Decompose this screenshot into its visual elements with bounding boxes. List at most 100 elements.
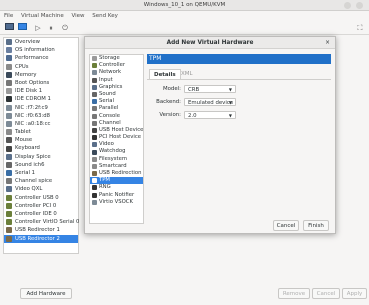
pause-icon[interactable]: ⏸ [46,23,56,33]
device-type-item[interactable]: Filesystem [90,156,143,163]
details-panel: Model: CRB ▼ Backend: Emulated device ▼ … [147,79,331,155]
bottom-bar: Add Hardware Remove Cancel Apply [0,285,369,305]
sidebar-item[interactable]: Keyboard [4,144,78,152]
device-type-list: Storage Controller Network Input Graphics Sou… [89,54,144,224]
sidebar-item[interactable]: Overview [4,38,78,46]
add-hardware-button[interactable]: Add Hardware [20,288,72,299]
sidebar-item-label: USB Redirector 2 [15,235,60,242]
sidebar-item[interactable]: CPUs [4,63,78,71]
sidebar-item-label: Keyboard [15,145,40,152]
sidebar-item[interactable]: Mouse [4,136,78,144]
device-type-label: Graphics [99,83,123,90]
sidebar-item[interactable]: IDE CDROM 1 [4,95,78,103]
sidebar-item[interactable]: NIC :a0:18:cc [4,120,78,128]
device-type-label: Parallel [99,105,119,112]
nic-icon [6,112,12,119]
minimize-icon[interactable] [344,2,351,9]
sound-icon [6,161,12,168]
details-view-icon[interactable] [17,23,27,33]
sidebar-item[interactable]: Tablet [4,128,78,136]
device-type-item[interactable]: Controller [90,62,143,69]
sidebar-item[interactable]: USB Redirector 2 [4,234,78,243]
sidebar-item[interactable]: Video QXL [4,185,78,193]
device-type-label: Channel [99,119,121,126]
menu-virtual-machine[interactable]: Virtual Machine [21,13,64,19]
console-view-icon[interactable] [4,23,14,33]
device-type-item[interactable]: Panic Notifier [90,192,143,199]
fullscreen-icon[interactable]: ⛶ [355,23,365,33]
cpu-icon [6,63,12,70]
sound-icon [92,92,97,98]
menu-send-key[interactable]: Send Key [92,13,118,19]
close-window-icon[interactable] [356,2,363,9]
watchdog-icon [92,149,97,155]
serial-icon [92,99,97,105]
device-type-item[interactable]: Virtio VSOCK [90,199,143,206]
run-icon[interactable]: ▷ [33,23,43,33]
device-type-label: USB Host Device [99,126,144,133]
remove-button[interactable]: Remove [278,288,310,299]
sidebar-item[interactable]: OS information [4,46,78,54]
device-type-item[interactable]: Parallel [90,105,143,112]
menu-file[interactable]: File [4,13,13,19]
sidebar-item[interactable]: Controller USB 0 [4,194,78,202]
device-type-item[interactable]: RNG [90,184,143,191]
model-label: Model: [162,86,181,92]
sidebar-item[interactable]: Serial 1 [4,169,78,177]
sidebar-item-label: NIC :f7:2f:c9 [15,104,48,111]
sidebar-item[interactable]: Display Spice [4,153,78,161]
version-select[interactable]: 2.0 ▼ [184,111,236,119]
chevron-down-icon: ▼ [228,113,232,118]
device-type-item[interactable]: Console [90,113,143,120]
chevron-down-icon: ▼ [228,100,232,105]
cancel-changes-button[interactable]: Cancel [312,288,340,299]
device-type-item[interactable]: Sound [90,91,143,98]
sidebar-item[interactable]: IDE Disk 1 [4,87,78,95]
close-icon[interactable]: × [325,37,330,49]
device-type-item[interactable]: TPM [90,177,143,185]
sidebar-item[interactable]: Sound ich6 [4,161,78,169]
mouse-icon [6,137,12,144]
device-type-item[interactable]: USB Redirection [90,170,143,177]
sidebar-item[interactable]: Controller IDE 0 [4,210,78,218]
sidebar-item[interactable]: Boot Options [4,79,78,87]
tab-xml[interactable]: XML [177,69,197,79]
device-type-item[interactable]: PCI Host Device [90,134,143,141]
sidebar-item[interactable]: Controller VirtIO Serial 0 [4,218,79,226]
tab-details[interactable]: Details [149,69,181,79]
device-type-label: Video [99,141,114,148]
menu-view[interactable]: View [71,13,84,19]
sidebar-item[interactable]: Performance [4,54,78,62]
device-type-item[interactable]: Watchdog [90,148,143,155]
model-select[interactable]: CRB ▼ [184,85,236,93]
device-type-item[interactable]: Input [90,77,143,84]
sidebar-item[interactable]: NIC :f7:2f:c9 [4,104,78,112]
device-type-label: Sound [99,90,116,97]
cancel-button[interactable]: Cancel [273,220,299,231]
device-type-item[interactable]: Video [90,141,143,148]
sidebar-item-label: Video QXL [15,186,43,193]
sidebar-item-label: Controller PCI 0 [15,202,57,209]
model-value: CRB [188,87,200,93]
device-type-item[interactable]: Network [90,69,143,76]
device-type-item[interactable]: Graphics [90,84,143,91]
sidebar-item[interactable]: Memory [4,71,78,79]
sidebar-item[interactable]: NIC :f0:63:d8 [4,112,78,120]
device-type-item[interactable]: Serial [90,98,143,105]
device-type-item[interactable]: Smartcard [90,163,143,170]
finish-button[interactable]: Finish [303,220,329,231]
device-type-label: Filesystem [99,155,128,162]
device-type-item[interactable]: USB Host Device [90,127,143,134]
backend-select[interactable]: Emulated device ▼ [184,98,236,106]
device-type-item[interactable]: Storage [90,55,143,62]
disk-icon [6,88,12,95]
sidebar-item[interactable]: Channel spice [4,177,78,185]
device-type-item[interactable]: Channel [90,120,143,127]
power-icon[interactable]: ⏻ [60,23,70,33]
sidebar-item-label: Controller USB 0 [15,194,59,201]
device-type-label: TPM [99,177,110,184]
device-header: TPM [147,54,331,64]
sidebar-item[interactable]: Controller PCI 0 [4,202,78,210]
sidebar-item[interactable]: USB Redirector 1 [4,226,78,234]
apply-button[interactable]: Apply [342,288,367,299]
